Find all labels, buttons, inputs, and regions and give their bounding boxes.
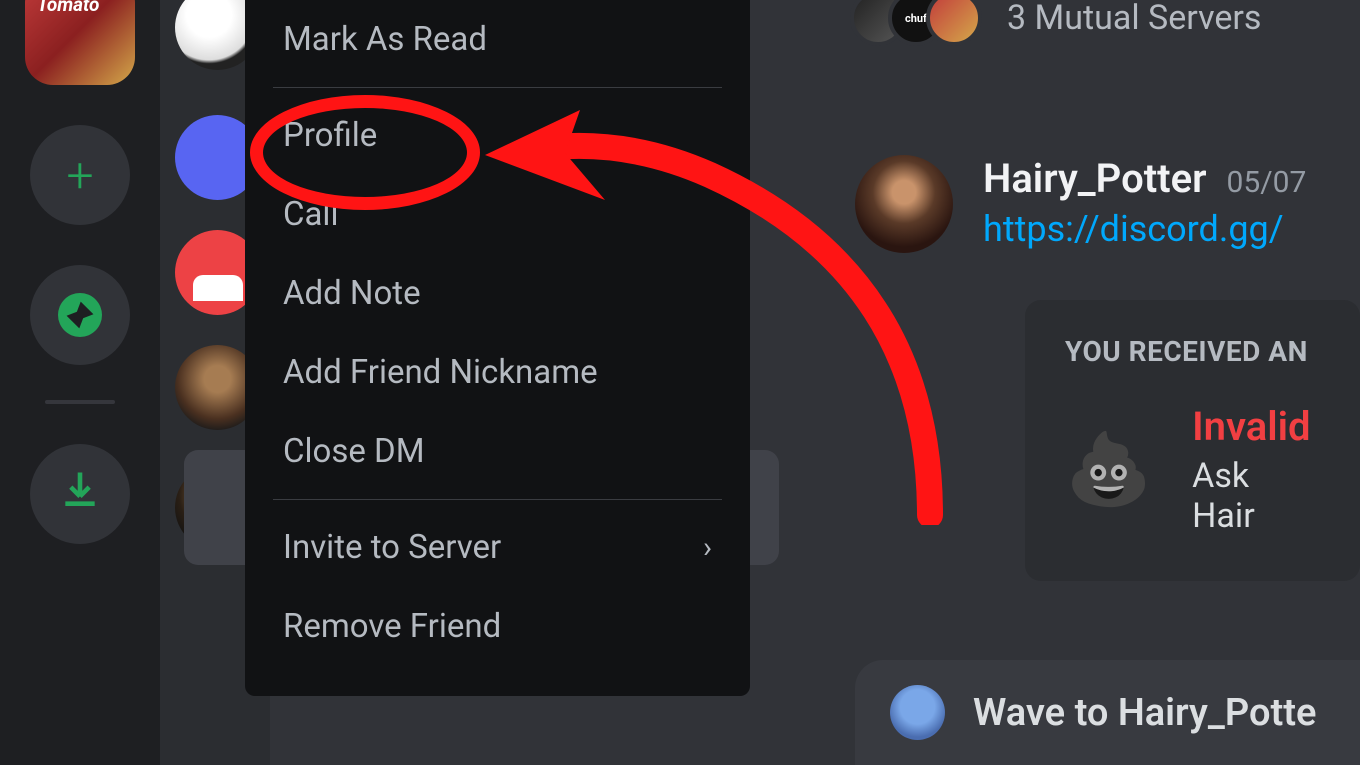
chevron-right-icon: ›: [703, 530, 712, 565]
menu-label: Close DM: [283, 432, 425, 471]
menu-profile[interactable]: Profile: [245, 96, 750, 175]
message-timestamp: 05/07: [1227, 165, 1307, 200]
wumpus-icon: [890, 685, 945, 740]
menu-label: Invite to Server: [283, 528, 501, 567]
download-apps-button[interactable]: [30, 444, 130, 544]
menu-invite-to-server[interactable]: Invite to Server ›: [245, 508, 750, 587]
user-avatar[interactable]: [855, 155, 953, 253]
mutual-servers-label: 3 Mutual Servers: [1007, 0, 1261, 38]
plus-icon: +: [66, 147, 93, 204]
menu-call[interactable]: Call: [245, 175, 750, 254]
wave-prompt-bar[interactable]: Wave to Hairy_Potte: [855, 660, 1360, 765]
menu-mark-as-read[interactable]: Mark As Read: [245, 0, 750, 79]
add-server-button[interactable]: +: [30, 125, 130, 225]
invite-subtext: Ask Hair: [1192, 456, 1320, 536]
menu-label: Mark As Read: [283, 20, 487, 59]
invite-title: YOU RECEIVED AN: [1065, 335, 1320, 368]
invite-invalid-label: Invalid: [1192, 403, 1320, 450]
chat-panel: chuf 3 Mutual Servers Hairy_Potter 05/07…: [795, 0, 1360, 765]
menu-label: Profile: [283, 116, 377, 155]
message-link[interactable]: https://discord.gg/: [983, 208, 1360, 250]
download-icon: [58, 467, 102, 522]
menu-label: Add Note: [283, 274, 421, 313]
server-avatar[interactable]: [25, 0, 135, 85]
menu-divider: [273, 87, 722, 88]
mutual-server-avatars: chuf: [850, 0, 982, 46]
message-username[interactable]: Hairy_Potter: [983, 155, 1207, 202]
menu-add-note[interactable]: Add Note: [245, 254, 750, 333]
mutual-servers-row[interactable]: chuf 3 Mutual Servers: [850, 0, 1261, 46]
menu-label: Call: [283, 195, 338, 234]
menu-divider: [273, 499, 722, 500]
invite-embed: YOU RECEIVED AN 💩 Invalid Ask Hair: [1025, 300, 1360, 581]
message: Hairy_Potter 05/07 https://discord.gg/: [855, 155, 1360, 253]
menu-label: Remove Friend: [283, 607, 501, 646]
menu-remove-friend[interactable]: Remove Friend: [245, 587, 750, 666]
invalid-invite-icon: 💩: [1065, 429, 1152, 511]
menu-label: Add Friend Nickname: [283, 353, 598, 392]
rail-separator: [45, 400, 115, 404]
wave-prompt-text: Wave to Hairy_Potte: [973, 691, 1316, 735]
compass-icon: [58, 293, 102, 337]
explore-servers-button[interactable]: [30, 265, 130, 365]
server-rail: +: [0, 0, 160, 765]
menu-add-friend-nickname[interactable]: Add Friend Nickname: [245, 333, 750, 412]
user-context-menu: Mark As Read Profile Call Add Note Add F…: [245, 0, 750, 696]
menu-close-dm[interactable]: Close DM: [245, 412, 750, 491]
